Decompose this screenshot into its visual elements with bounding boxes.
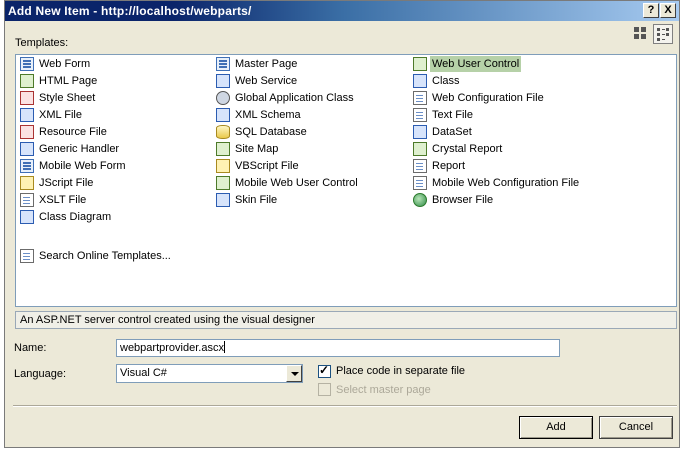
window-title: Add New Item - http://localhost/webparts… (8, 4, 252, 18)
template-label: Global Application Class (235, 92, 354, 104)
template-label: Site Map (235, 143, 279, 155)
template-label: XSLT File (39, 194, 87, 206)
template-label: Master Page (235, 58, 298, 70)
template-label: Mobile Web Form (39, 160, 126, 172)
name-field[interactable]: webpartprovider.ascx (116, 339, 560, 357)
separator (13, 405, 677, 407)
skin-file-icon (216, 193, 230, 207)
template-label: Web Form (39, 58, 91, 70)
template-label: Web Service (235, 75, 298, 87)
text-file-icon (413, 108, 427, 122)
template-label: XML File (39, 109, 82, 121)
small-icons-view-button[interactable] (653, 24, 673, 44)
template-label: DataSet (432, 126, 472, 138)
xslt-file-icon (20, 193, 34, 207)
template-label: Browser File (432, 194, 494, 206)
template-label: Web User Control (430, 56, 522, 72)
web-user-control-icon (413, 57, 427, 71)
help-button[interactable]: ? (643, 3, 659, 18)
add-new-item-dialog: Add New Item - http://localhost/webparts… (4, 0, 680, 448)
dataset-icon (413, 125, 427, 139)
template-label: Text File (432, 109, 473, 121)
jscript-file-icon (20, 176, 34, 190)
template-label: XML Schema (235, 109, 301, 121)
style-sheet-icon (20, 91, 34, 105)
name-label: Name: (14, 342, 47, 354)
template-label: JScript File (39, 177, 94, 189)
search-online-label: Search Online Templates... (39, 250, 171, 262)
text-caret (223, 341, 225, 353)
template-label: HTML Page (39, 75, 98, 87)
html-page-icon (20, 74, 34, 88)
template-label: VBScript File (235, 160, 299, 172)
large-icons-view-button[interactable] (631, 24, 651, 44)
report-icon (413, 159, 427, 173)
language-select[interactable]: Visual C# (116, 364, 303, 383)
mobile-web-user-control-icon (216, 176, 230, 190)
template-label: Web Configuration File (432, 92, 544, 104)
template-label: Mobile Web User Control (235, 177, 358, 189)
place-code-checkbox[interactable]: ✓ (318, 363, 331, 378)
master-page-icon (216, 57, 230, 71)
web-configuration-file-icon (413, 91, 427, 105)
name-value: webpartprovider.ascx (120, 342, 224, 354)
template-label: Generic Handler (39, 143, 120, 155)
select-master-page-label: Select master page (336, 384, 431, 396)
dropdown-arrow-icon[interactable] (286, 365, 302, 382)
mobile-web-form-icon (20, 159, 34, 173)
cancel-button[interactable]: Cancel (599, 416, 673, 439)
checkmark-icon: ✓ (319, 363, 330, 377)
templates-label: Templates: (15, 37, 69, 49)
class-icon (413, 74, 427, 88)
web-form-icon (20, 57, 34, 71)
xml-file-icon (20, 108, 34, 122)
class-diagram-icon (20, 210, 34, 224)
resource-file-icon (20, 125, 34, 139)
search-online-icon (20, 249, 34, 263)
sql-database-icon (216, 125, 230, 139)
template-label: Skin File (235, 194, 278, 206)
template-label: Class Diagram (39, 211, 112, 223)
add-button[interactable]: Add (519, 416, 593, 439)
close-button[interactable]: X (660, 3, 676, 18)
template-description: An ASP.NET server control created using … (15, 311, 677, 329)
web-service-icon (216, 74, 230, 88)
generic-handler-icon (20, 142, 34, 156)
template-label: Style Sheet (39, 92, 96, 104)
template-label: SQL Database (235, 126, 307, 138)
language-value: Visual C# (120, 367, 167, 379)
template-label: Mobile Web Configuration File (432, 177, 580, 189)
template-label: Resource File (39, 126, 107, 138)
site-map-icon (216, 142, 230, 156)
select-master-page-checkbox[interactable] (318, 383, 331, 396)
language-label: Language: (14, 368, 66, 380)
small-icons-icon (657, 28, 669, 41)
vbscript-file-icon (216, 159, 230, 173)
template-label: Crystal Report (432, 143, 503, 155)
mobile-web-configuration-file-icon (413, 176, 427, 190)
xml-schema-icon (216, 108, 230, 122)
template-label: Report (432, 160, 466, 172)
crystal-report-icon (413, 142, 427, 156)
browser-file-icon (413, 193, 427, 207)
templates-list[interactable]: Web Form HTML Page Style Sheet XML File … (15, 54, 677, 307)
global-application-class-icon (216, 91, 230, 105)
template-label: Class (432, 75, 460, 87)
large-icons-icon (634, 27, 646, 39)
title-bar[interactable]: Add New Item - http://localhost/webparts… (5, 1, 679, 21)
place-code-label: Place code in separate file (336, 365, 466, 377)
